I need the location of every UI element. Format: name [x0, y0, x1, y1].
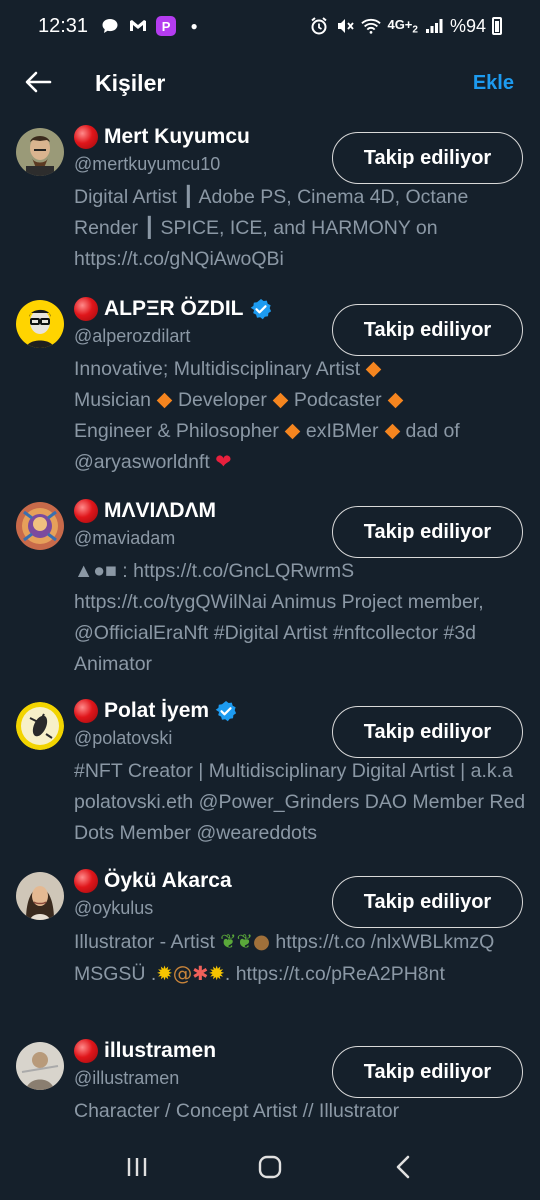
following-button[interactable]: Takip ediliyor: [332, 304, 523, 356]
status-time: 12:31: [38, 14, 89, 37]
picsart-icon: P: [156, 16, 177, 36]
red-heart-icon: ❤: [215, 451, 232, 473]
avatar[interactable]: [16, 1042, 64, 1090]
person-bio: ▲●■ : https://t.co/GncLQRwrmS https://t.…: [74, 560, 484, 675]
person-name: illustramen: [104, 1039, 217, 1062]
add-button[interactable]: Ekle: [473, 72, 514, 95]
sun-emoji-icon: ✹: [156, 962, 173, 985]
bio-part: Engineer & Philosopher: [74, 420, 279, 442]
back-arrow-icon[interactable]: [22, 66, 54, 98]
red-circle-emoji: [74, 499, 98, 523]
top-app-bar: Kişiler Ekle: [0, 52, 540, 116]
list-item[interactable]: ALPΞR ÖZDIL @alperozdilart Innovative; M…: [0, 294, 540, 496]
back-icon[interactable]: [383, 1147, 423, 1187]
home-icon[interactable]: [250, 1147, 290, 1187]
orange-diamond-icon: [384, 423, 400, 440]
list-item[interactable]: Mert Kuyumcu @mertkuyumcu10 Digital Arti…: [0, 122, 540, 294]
red-circle-emoji: [74, 125, 98, 149]
list-item[interactable]: Öykü Akarca @oykulus Illustrator - Artis…: [0, 866, 540, 1036]
battery-icon: [492, 17, 502, 35]
avatar[interactable]: [16, 872, 64, 920]
bio-part: Innovative; Multidisciplinary Artist: [74, 358, 361, 380]
avatar[interactable]: [16, 502, 64, 550]
coral-emoji-icon: ✱: [192, 962, 209, 985]
person-bio: #NFT Creator | Multidisciplinary Digital…: [74, 760, 526, 844]
page-title: Kişiler: [95, 70, 166, 96]
person-name: ALPΞR ÖZDIL: [104, 297, 244, 320]
person-name: Mert Kuyumcu: [104, 125, 250, 148]
signal-icon: [424, 16, 444, 36]
orange-diamond-icon: [387, 392, 403, 409]
status-bar: 12:31 P ● 4G+2 %94: [0, 0, 540, 52]
bio-part: Podcaster: [293, 389, 382, 411]
dot-icon: ●: [190, 19, 198, 33]
snail-emoji-icon: @: [172, 962, 193, 985]
avatar[interactable]: [16, 128, 64, 176]
status-right: 4G+2 %94: [309, 16, 502, 37]
sim-text: 2: [412, 24, 418, 36]
wifi-icon: [361, 16, 382, 36]
person-name: Polat İyem: [104, 699, 210, 722]
orange-diamond-icon: [156, 392, 173, 409]
status-left: 12:31 P ●: [38, 15, 204, 38]
red-circle-emoji: [74, 1039, 98, 1063]
person-bio: Innovative; Multidisciplinary Artist Mus…: [74, 354, 526, 478]
person-bio: Digital Artist ┃ Adobe PS, Cinema 4D, Oc…: [74, 186, 469, 270]
orange-diamond-icon: [365, 361, 382, 378]
orange-diamond-icon: [272, 392, 289, 409]
verified-badge-icon: [250, 298, 272, 320]
following-button[interactable]: Takip ediliyor: [332, 506, 523, 558]
system-nav-bar: [0, 1134, 540, 1200]
list-item[interactable]: illustramen @illustramen Character / Con…: [0, 1036, 540, 1146]
person-name: MΛVIΛDΛM: [104, 499, 217, 522]
alarm-icon: [309, 16, 329, 36]
verified-badge-icon: [215, 700, 237, 722]
herb-emoji-icon: ❦❦: [220, 930, 253, 953]
following-button[interactable]: Takip ediliyor: [332, 1046, 523, 1098]
person-name: Öykü Akarca: [104, 869, 232, 892]
following-button[interactable]: Takip ediliyor: [332, 132, 523, 184]
sun-emoji-icon: ✹: [208, 962, 225, 985]
following-button[interactable]: Takip ediliyor: [332, 706, 523, 758]
network-text: 4G+: [387, 16, 413, 32]
gmail-icon: [128, 16, 148, 36]
bio-part: Musician: [74, 389, 151, 411]
bio-part: exIBMer: [305, 420, 379, 442]
network-type: 4G+2: [387, 17, 418, 36]
red-circle-emoji: [74, 699, 98, 723]
following-button[interactable]: Takip ediliyor: [332, 876, 523, 928]
chat-bubble-icon: [100, 16, 120, 36]
avatar[interactable]: [16, 300, 64, 348]
bio-part: Developer: [177, 389, 267, 411]
mute-icon: [335, 16, 355, 36]
list-item[interactable]: Polat İyem @polatovski #NFT Creator | Mu…: [0, 696, 540, 866]
bio-part: . https://t.co/pReA2PH8nt: [224, 963, 445, 985]
list-item[interactable]: MΛVIΛDΛM @maviadam ▲●■ : https://t.co/Gn…: [0, 496, 540, 696]
owl-emoji-icon: ●: [252, 930, 270, 953]
person-bio: Character / Concept Artist // Illustrato…: [74, 1100, 400, 1122]
red-circle-emoji: [74, 869, 98, 893]
people-list: Mert Kuyumcu @mertkuyumcu10 Digital Arti…: [0, 122, 540, 1146]
recent-apps-icon[interactable]: [117, 1147, 157, 1187]
orange-diamond-icon: [284, 423, 301, 440]
person-bio: Illustrator - Artist ❦❦● https://t.co /n…: [74, 926, 526, 990]
bio-part: Illustrator - Artist: [74, 931, 215, 953]
avatar[interactable]: [16, 702, 64, 750]
red-circle-emoji: [74, 297, 98, 321]
battery-text: %94: [449, 15, 486, 36]
